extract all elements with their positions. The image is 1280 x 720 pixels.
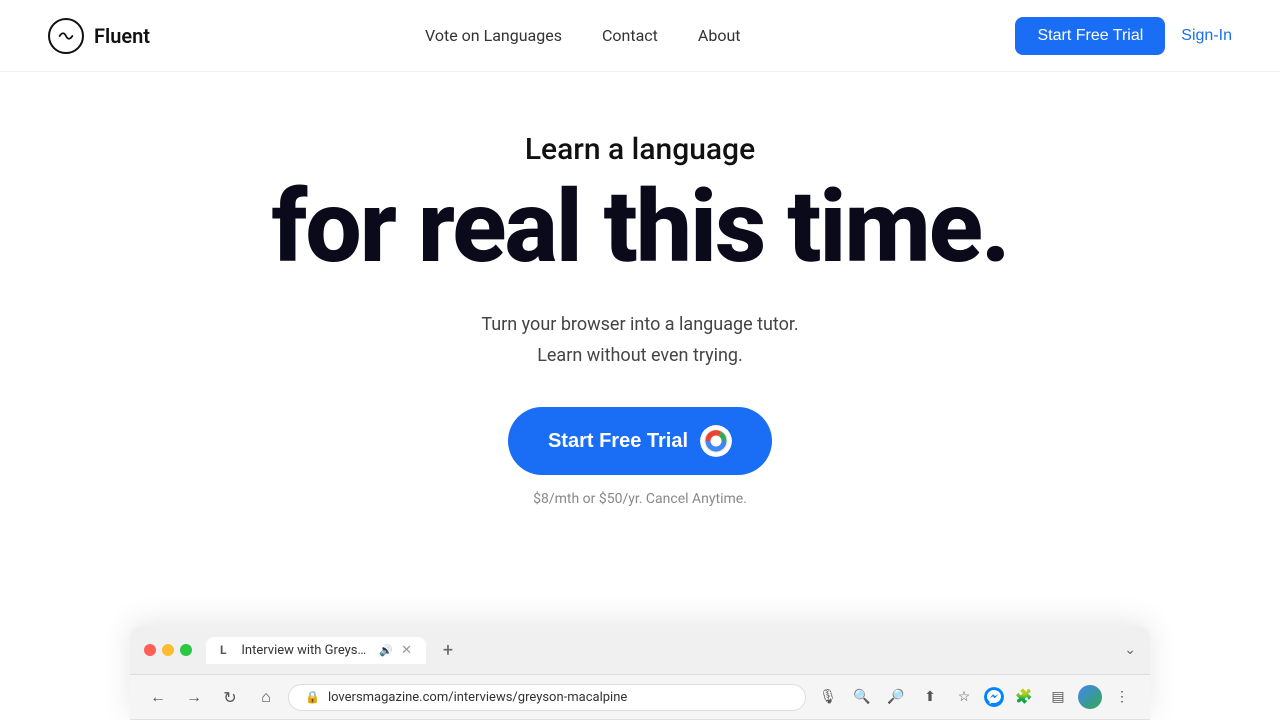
extensions-button[interactable]: 🧩 (1010, 683, 1038, 711)
tab-strip-expand[interactable]: ⌄ (1124, 642, 1136, 658)
zoom-icon[interactable]: 🔎 (882, 683, 910, 711)
home-button[interactable]: ⌂ (252, 683, 280, 711)
nav-vote-on-languages[interactable]: Vote on Languages (425, 26, 562, 45)
new-tab-button[interactable]: + (434, 636, 462, 664)
toolbar-extensions: 🎙 🔍 🔎 ⬆ ☆ 🧩 ▤ ⋮ (814, 683, 1136, 711)
logo[interactable]: Fluent (48, 18, 150, 54)
nav-contact[interactable]: Contact (602, 26, 658, 45)
pricing-note: $8/mth or $50/yr. Cancel Anytime. (533, 491, 747, 507)
microphone-icon: 🎙 (814, 683, 842, 711)
messenger-extension-icon[interactable] (984, 687, 1004, 707)
browser-toolbar: ← → ↻ ⌂ 🔒 loversmagazine.com/interviews/… (130, 675, 1150, 720)
minimize-dot[interactable] (162, 644, 174, 656)
nav-actions: Start Free Trial Sign-In (1015, 17, 1232, 55)
browser-mockup: L Interview with Greyson Ma... 🔊 ✕ + ⌄ ←… (130, 626, 1150, 720)
hero-description-line2: Learn without even trying. (481, 341, 798, 372)
sidebar-button[interactable]: ▤ (1044, 683, 1072, 711)
hero-description: Turn your browser into a language tutor.… (481, 310, 798, 371)
maximize-dot[interactable] (180, 644, 192, 656)
tab-favicon: L (220, 643, 233, 657)
logo-icon (48, 18, 84, 54)
traffic-lights (144, 644, 192, 656)
back-button[interactable]: ← (144, 683, 172, 711)
logo-text: Fluent (94, 24, 150, 48)
tab-close-button[interactable]: ✕ (401, 643, 412, 658)
url-text: loversmagazine.com/interviews/greyson-ma… (328, 690, 627, 705)
hero-section: Learn a language for real this time. Tur… (0, 72, 1280, 537)
hero-description-line1: Turn your browser into a language tutor. (481, 310, 798, 341)
nav-start-free-trial-button[interactable]: Start Free Trial (1015, 17, 1165, 55)
close-dot[interactable] (144, 644, 156, 656)
more-menu-button[interactable]: ⋮ (1108, 683, 1136, 711)
profile-avatar[interactable] (1078, 685, 1102, 709)
nav-about[interactable]: About (698, 26, 741, 45)
forward-button[interactable]: → (180, 683, 208, 711)
reload-button[interactable]: ↻ (216, 683, 244, 711)
share-icon[interactable]: ⬆ (916, 683, 944, 711)
nav-links: Vote on Languages Contact About (425, 26, 741, 45)
hero-title: for real this time. (271, 175, 1008, 280)
nav-signin-button[interactable]: Sign-In (1181, 27, 1232, 45)
hero-subtitle: Learn a language (525, 132, 755, 167)
search-icon[interactable]: 🔍 (848, 683, 876, 711)
lock-icon: 🔒 (305, 690, 320, 704)
tab-audio-icon: 🔊 (379, 644, 393, 657)
hero-cta-label: Start Free Trial (548, 430, 688, 453)
hero-start-free-trial-button[interactable]: Start Free Trial (508, 407, 772, 475)
bookmark-icon[interactable]: ☆ (950, 683, 978, 711)
tab-title: Interview with Greyson Ma... (241, 643, 371, 658)
address-bar[interactable]: 🔒 loversmagazine.com/interviews/greyson-… (288, 684, 806, 711)
chrome-icon (700, 425, 732, 457)
browser-tab[interactable]: L Interview with Greyson Ma... 🔊 ✕ (206, 637, 426, 664)
browser-tab-bar: L Interview with Greyson Ma... 🔊 ✕ + ⌄ (130, 626, 1150, 675)
navbar: Fluent Vote on Languages Contact About S… (0, 0, 1280, 72)
